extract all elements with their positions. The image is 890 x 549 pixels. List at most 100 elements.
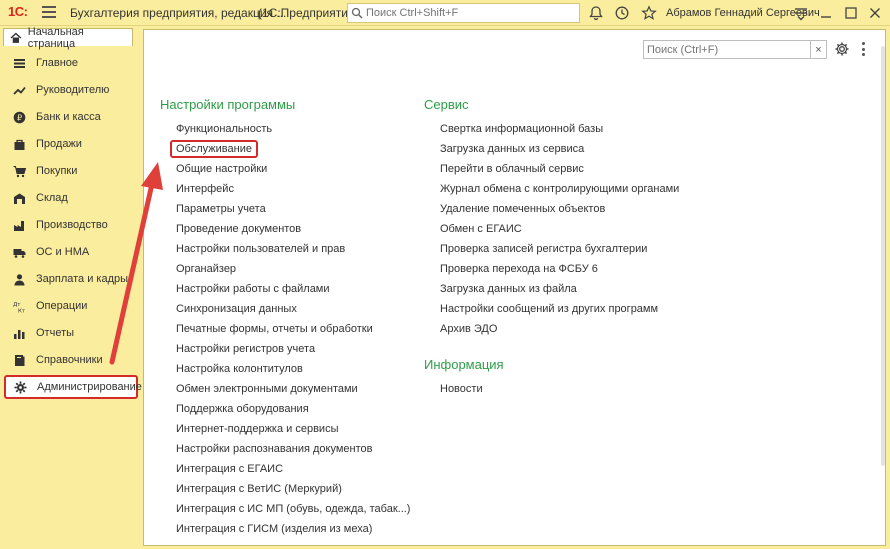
svg-text:₽: ₽ [16,113,21,122]
settings-link[interactable]: Настройки пользователей и прав [176,243,345,255]
close-icon[interactable] [867,5,883,21]
settings-link[interactable]: Органайзер [176,263,236,275]
sidebar-item-0[interactable]: Главное [4,51,138,75]
barchart-icon [12,326,26,340]
settings-link[interactable]: Интеграция с ИС МП (обувь, одежда, табак… [176,503,410,515]
settings-link[interactable]: Настройка колонтитулов [176,363,303,375]
service-link[interactable]: Обмен с ЕГАИС [440,223,522,235]
service-link[interactable]: Архив ЭДО [440,323,497,335]
gear-icon [14,380,27,394]
settings-link[interactable]: Проведение документов [176,223,301,235]
star-icon[interactable] [641,5,657,21]
sidebar-item-4[interactable]: Покупки [4,159,138,183]
sidebar-item-6[interactable]: Производство [4,213,138,237]
sidebar-item-label: Производство [36,219,108,231]
minimize-icon[interactable] [818,5,834,21]
sidebar-item-10[interactable]: Отчеты [4,321,138,345]
sidebar-item-5[interactable]: Склад [4,186,138,210]
settings-link[interactable]: Обслуживание [170,140,258,158]
bell-icon[interactable] [588,5,604,21]
tab-home[interactable]: Начальная страница [3,26,133,50]
menu-icon[interactable] [42,6,56,18]
main-panel: × Настройки программы Функциональность Об… [143,29,886,546]
settings-link[interactable]: Функциональность [176,123,272,135]
factory-icon [12,218,26,232]
sidebar-item-label: Зарплата и кадры [36,273,129,285]
service-link[interactable]: Удаление помеченных объектов [440,203,605,215]
service-link[interactable]: Проверка записей регистра бухгалтерии [440,243,647,255]
sidebar-item-label: Склад [36,192,68,204]
global-search[interactable] [347,3,580,23]
settings-link[interactable]: Общие настройки [176,163,267,175]
service-link[interactable]: Проверка перехода на ФСБУ 6 [440,263,598,275]
section-search-input[interactable] [644,41,794,58]
settings-link[interactable]: Обмен электронными документами [176,383,358,395]
sidebar-item-11[interactable]: Справочники [4,348,138,372]
svg-text:Кт: Кт [18,308,26,313]
settings-link[interactable]: Настройки работы с файлами [176,283,330,295]
settings-link[interactable]: Поддержка оборудования [176,403,309,415]
sidebar-item-label: Покупки [36,165,78,177]
sidebar-item-label: Руководителю [36,84,110,96]
settings-link[interactable]: Печатные формы, отчеты и обработки [176,323,373,335]
global-search-input[interactable] [366,7,566,19]
book-icon [12,353,26,367]
sidebar: Главное Руководителю ₽ Банк и касса Продажи П… [0,49,143,549]
dtkt-icon: Дт Кт [12,299,26,313]
section-title-service: Сервис [424,97,469,112]
service-link[interactable]: Перейти в облачный сервис [440,163,584,175]
section-title-info: Информация [424,357,504,372]
sidebar-item-2[interactable]: ₽ Банк и касса [4,105,138,129]
app-mode: (1С:Предприятие) [258,6,359,20]
service-link[interactable]: Загрузка данных из сервиса [440,143,584,155]
svg-text:Дт: Дт [13,302,21,308]
app-title: Бухгалтерия предприятия, редакция ... [70,6,287,20]
section-search[interactable] [643,40,811,59]
gear-icon[interactable] [834,41,850,57]
search-clear-button[interactable]: × [811,40,827,59]
service-link[interactable]: Загрузка данных из файла [440,283,577,295]
warehouse-icon [12,191,26,205]
maximize-icon[interactable] [843,5,859,21]
sidebar-item-label: Операции [36,300,88,312]
ruble-icon: ₽ [12,110,26,124]
settings-link[interactable]: Интернет-поддержка и сервисы [176,423,338,435]
sidebar-item-label: Главное [36,57,79,69]
tab-home-label: Начальная страница [27,25,84,50]
sidebar-item-12[interactable]: Администрирование [4,375,142,399]
service-link[interactable]: Журнал обмена с контролирующими органами [440,183,679,195]
settings-link[interactable]: Интерфейс [176,183,234,195]
settings-link[interactable]: Настройки регистров учета [176,343,315,355]
settings-link[interactable]: Настройки распознавания документов [176,443,372,455]
search-icon [348,4,366,22]
service-link[interactable]: Настройки сообщений из других программ [440,303,658,315]
title-bar: 1С: Бухгалтерия предприятия, редакция ..… [0,0,890,26]
info-link[interactable]: Новости [440,383,483,395]
bag-icon [12,137,26,151]
list-icon [12,56,26,70]
history-icon[interactable] [614,5,630,21]
person-icon [12,272,26,286]
settings-link[interactable]: Параметры учета [176,203,266,215]
truck-icon [12,245,26,259]
settings-link[interactable]: Интеграция с ВетИС (Меркурий) [176,483,342,495]
sidebar-item-label: ОС и НМА [36,246,90,258]
sidebar-item-3[interactable]: Продажи [4,132,138,156]
settings-menu-icon[interactable] [793,5,809,21]
scrollbar[interactable] [881,46,885,466]
section-title-settings: Настройки программы [160,97,296,112]
settings-link[interactable]: Синхронизация данных [176,303,297,315]
sidebar-item-label: Администрирование [37,381,142,393]
service-link[interactable]: Свертка информационной базы [440,123,603,135]
sidebar-item-label: Справочники [36,354,103,366]
sidebar-item-1[interactable]: Руководителю [4,78,138,102]
app-logo: 1С: [8,4,28,19]
sidebar-item-9[interactable]: Дт Кт Операции [4,294,138,318]
trend-icon [12,83,26,97]
sidebar-item-7[interactable]: ОС и НМА [4,240,138,264]
more-actions-icon[interactable] [862,42,866,56]
settings-link[interactable]: Интеграция с ЕГАИС [176,463,283,475]
sidebar-item-label: Отчеты [36,327,75,339]
sidebar-item-8[interactable]: Зарплата и кадры [4,267,138,291]
settings-link[interactable]: Интеграция с ГИСМ (изделия из меха) [176,523,372,535]
